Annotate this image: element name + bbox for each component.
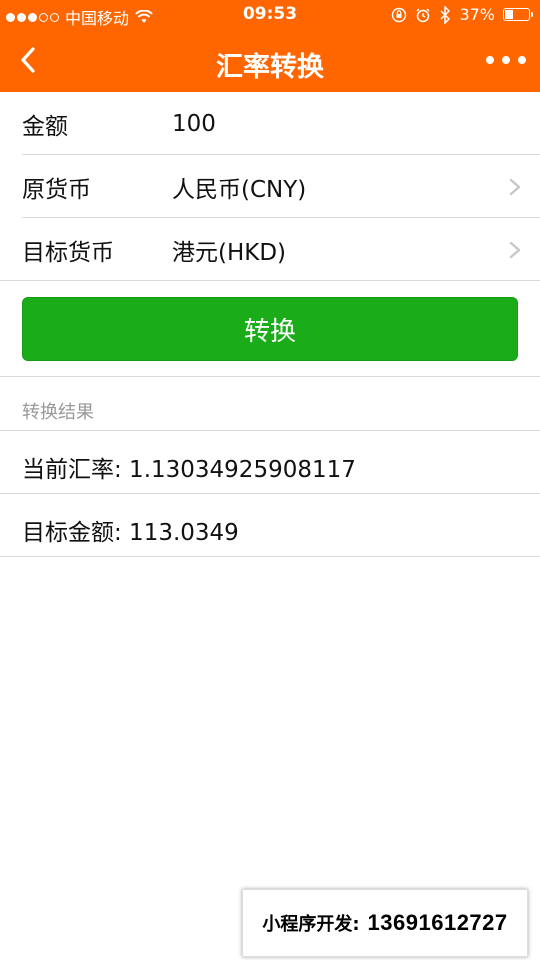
target-amount-text: 目标金额: 113.0349 — [22, 520, 239, 546]
target-currency-row[interactable]: 目标货币 港元(HKD) — [0, 218, 540, 281]
source-currency-label: 原货币 — [22, 176, 91, 203]
target-currency-value: 港元(HKD) — [172, 239, 287, 266]
source-currency-value: 人民币(CNY) — [172, 176, 307, 203]
status-bar: 中国移动 09:53 37% — [0, 0, 540, 30]
divider — [0, 556, 540, 557]
divider — [0, 280, 540, 281]
page-title: 汇率转换 — [216, 52, 324, 83]
divider — [0, 376, 540, 377]
more-button[interactable] — [486, 48, 526, 72]
amount-row: 金额 — [0, 92, 540, 155]
divider — [0, 430, 540, 431]
convert-button[interactable]: 转换 — [22, 297, 518, 361]
amount-input[interactable] — [172, 110, 472, 137]
orientation-lock-icon — [392, 7, 407, 22]
conversion-form: 金额 原货币 人民币(CNY) 目标货币 港元(HKD) — [0, 92, 540, 281]
status-right: 37% — [391, 5, 533, 24]
contact-label: 小程序开发: — [262, 914, 360, 935]
results-title: 转换结果 — [22, 402, 94, 423]
developer-contact-banner: 小程序开发: 13691612727 — [242, 889, 528, 957]
amount-label: 金额 — [22, 113, 68, 140]
exchange-rate-text: 当前汇率: 1.13034925908117 — [22, 457, 356, 483]
convert-section: 转换 — [0, 282, 540, 376]
target-currency-label: 目标货币 — [22, 239, 114, 266]
header: 中国移动 09:53 37% 汇率转换 — [0, 0, 540, 92]
alarm-icon — [416, 7, 430, 22]
chevron-right-icon — [509, 178, 521, 196]
battery-percent: 37% — [459, 5, 495, 24]
contact-phone: 13691612727 — [367, 910, 508, 935]
source-currency-row[interactable]: 原货币 人民币(CNY) — [0, 155, 540, 218]
bluetooth-icon — [440, 5, 451, 24]
divider — [0, 493, 540, 494]
battery-icon — [503, 8, 533, 21]
ellipsis-icon — [486, 56, 494, 64]
nav-bar: 汇率转换 — [0, 30, 540, 92]
chevron-right-icon — [509, 241, 521, 259]
